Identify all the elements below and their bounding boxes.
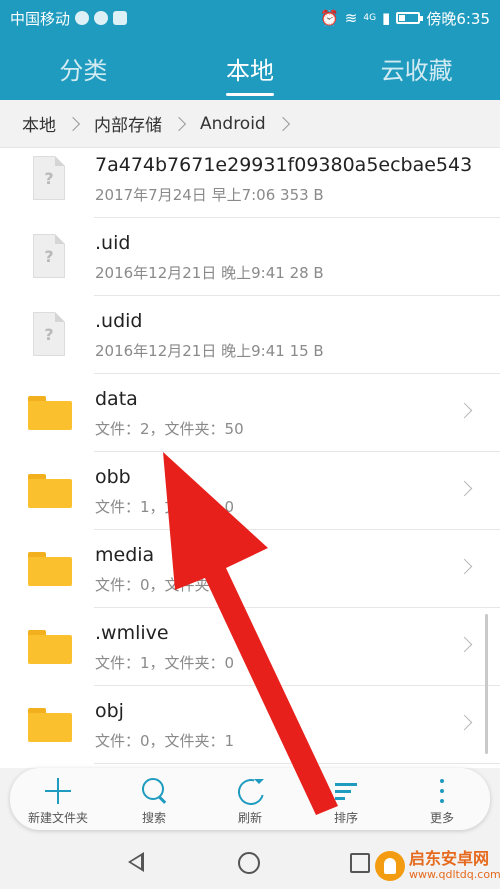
status-bar: 中国移动 ⏰ ≋ 4G ▮ 傍晚6:35	[0, 0, 500, 36]
watermark: 启东安卓网 www.qdltdq.com	[375, 850, 500, 881]
sort-button[interactable]: 排序	[298, 768, 394, 830]
new-folder-button[interactable]: 新建文件夹	[10, 768, 106, 830]
list-item-folder[interactable]: media 文件：0，文件夹：1	[0, 530, 500, 608]
folder-meta: 文件：0，文件夹：1	[95, 576, 235, 594]
tab-categories[interactable]: 分类	[0, 36, 167, 100]
refresh-button[interactable]: 刷新	[202, 768, 298, 830]
chevron-right-icon	[171, 116, 187, 131]
folder-meta: 文件：1，文件夹：0	[95, 498, 235, 516]
wifi-icon: ≋	[344, 9, 358, 27]
carrier-label: 中国移动	[10, 9, 71, 28]
breadcrumb-android[interactable]: Android	[200, 114, 266, 134]
folder-meta: 文件：1，文件夹：0	[95, 654, 235, 672]
list-item-folder[interactable]: obj 文件：0，文件夹：1	[0, 686, 500, 764]
search-button[interactable]: 搜索	[106, 768, 202, 830]
chevron-right-icon	[456, 714, 473, 731]
folder-icon	[28, 708, 72, 742]
sort-label: 排序	[333, 811, 358, 825]
clock-label: 傍晚6:35	[426, 9, 490, 28]
search-label: 搜索	[141, 811, 166, 825]
folder-meta: 文件：2，文件夹：50	[95, 420, 244, 438]
watermark-logo-icon	[375, 850, 405, 881]
chevron-right-icon	[456, 636, 473, 653]
sort-icon	[331, 776, 361, 806]
more-button[interactable]: 更多	[394, 768, 490, 830]
bottom-toolbar: 新建文件夹 搜索 刷新 排序 更多	[10, 768, 490, 830]
breadcrumb-local[interactable]: 本地	[22, 111, 56, 136]
folder-icon	[28, 552, 72, 586]
folder-name: .wmlive	[95, 622, 169, 644]
breadcrumb-internal-storage[interactable]: 内部存储	[94, 111, 162, 136]
list-item-folder[interactable]: .wmlive 文件：1，文件夹：0	[0, 608, 500, 686]
folder-icon	[28, 474, 72, 508]
list-item-file[interactable]: ? .udid 2016年12月21日 晚上9:41 15 B	[0, 296, 500, 374]
battery-icon	[396, 12, 424, 24]
refresh-label: 刷新	[237, 811, 262, 825]
tab-cloud-favorites[interactable]: 云收藏	[333, 36, 500, 100]
alarm-icon: ⏰	[320, 9, 339, 27]
more-icon	[427, 776, 457, 806]
folder-name: media	[95, 544, 155, 566]
back-icon[interactable]	[128, 852, 144, 872]
notification-app-icon	[75, 11, 90, 25]
folder-name: obj	[95, 700, 124, 722]
chevron-right-icon	[456, 558, 473, 575]
file-name: .udid	[95, 310, 143, 332]
home-icon[interactable]	[238, 852, 260, 874]
unknown-file-icon: ?	[33, 312, 65, 356]
file-name: 7a474b7671e29931f09380a5ecbae543	[95, 154, 473, 176]
chevron-right-icon	[456, 402, 473, 419]
plus-icon	[43, 776, 73, 806]
message-icon	[94, 11, 109, 25]
file-meta: 2016年12月21日 晚上9:41 15 B	[95, 342, 324, 360]
file-name: .uid	[95, 232, 131, 254]
list-item-folder[interactable]: data 文件：2，文件夹：50	[0, 374, 500, 452]
search-icon	[139, 776, 169, 806]
new-folder-label: 新建文件夹	[27, 811, 88, 825]
list-scrollbar[interactable]	[485, 614, 488, 754]
folder-icon	[28, 630, 72, 664]
chevron-right-icon	[275, 116, 290, 131]
recent-apps-icon[interactable]	[350, 853, 370, 873]
file-meta: 2017年7月24日 早上7:06 353 B	[95, 186, 324, 204]
watermark-url: www.qdltdq.com	[409, 868, 500, 881]
folder-meta: 文件：0，文件夹：1	[95, 732, 235, 750]
watermark-title: 启东安卓网	[409, 849, 490, 868]
file-meta: 2016年12月21日 晚上9:41 28 B	[95, 264, 324, 282]
chevron-right-icon	[65, 116, 81, 131]
folder-icon	[28, 396, 72, 430]
unknown-file-icon: ?	[33, 234, 65, 278]
more-label: 更多	[429, 811, 454, 825]
list-item-file[interactable]: ? .uid 2016年12月21日 晚上9:41 28 B	[0, 218, 500, 296]
signal-icon: ▮	[382, 9, 391, 27]
unknown-file-icon: ?	[33, 156, 65, 200]
gallery-icon	[113, 11, 128, 25]
folder-name: data	[95, 388, 138, 410]
file-list: ? 7a474b7671e29931f09380a5ecbae543 2017年…	[0, 148, 500, 768]
folder-name: obb	[95, 466, 131, 488]
list-item-file[interactable]: ? 7a474b7671e29931f09380a5ecbae543 2017年…	[0, 148, 500, 218]
list-item-folder[interactable]: obb 文件：1，文件夹：0	[0, 452, 500, 530]
top-tab-bar: 分类 本地 云收藏	[0, 36, 500, 100]
breadcrumb: 本地 内部存储 Android	[0, 100, 500, 148]
tab-local[interactable]: 本地	[167, 36, 334, 100]
network-type-label: 4G	[363, 13, 377, 23]
refresh-icon	[235, 776, 265, 806]
chevron-right-icon	[456, 480, 473, 497]
